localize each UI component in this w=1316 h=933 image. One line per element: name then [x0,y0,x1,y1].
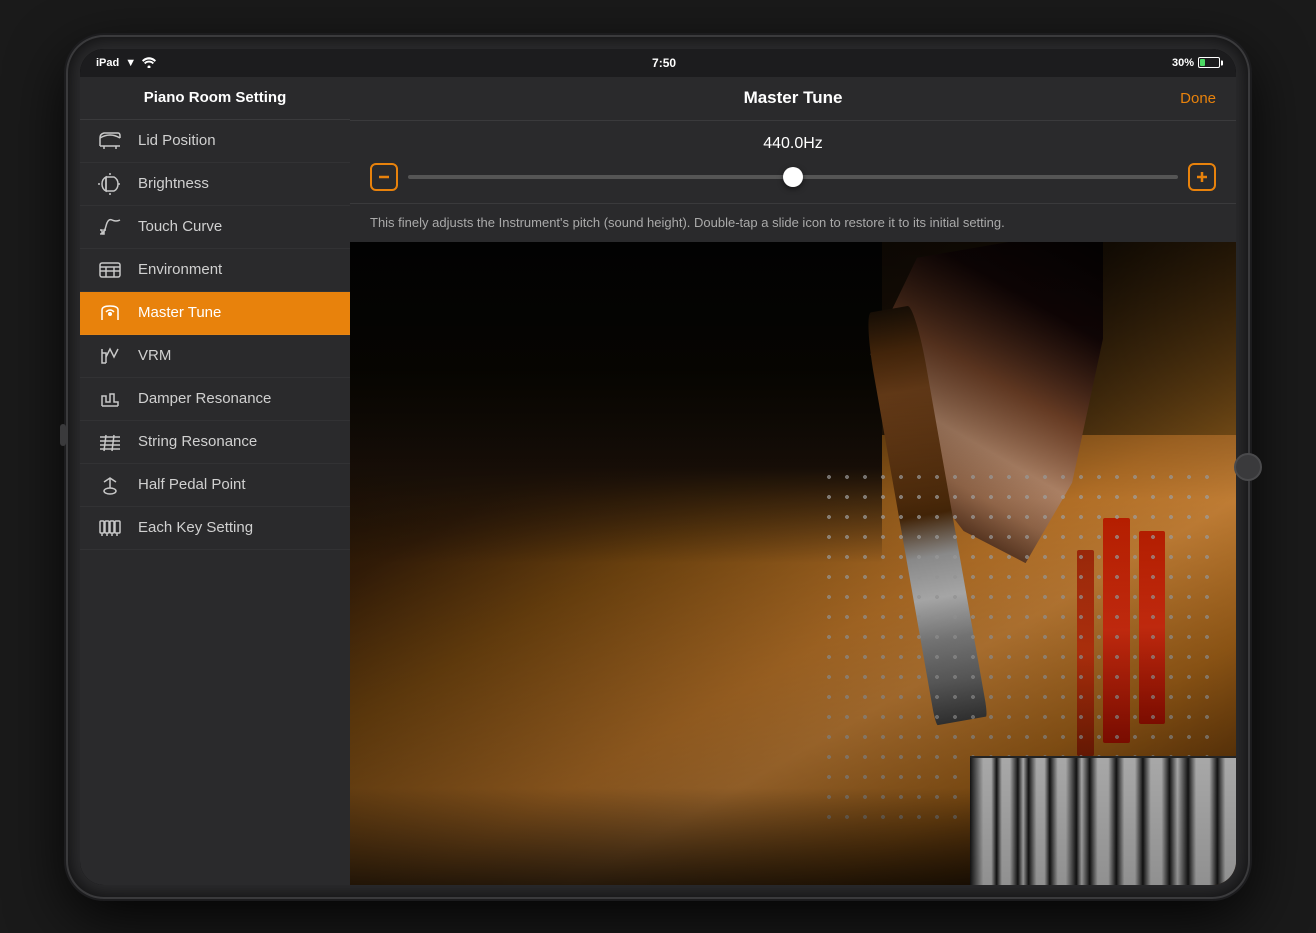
battery-fill [1200,59,1205,66]
device-screen: iPad ▼︎ 7:50 30% Piano Room Setting [80,49,1236,885]
plus-button[interactable] [1188,163,1216,191]
environment-icon [96,259,124,281]
lid-icon [96,130,124,152]
done-button[interactable]: Done [1176,90,1216,107]
sidebar-item-each-key-setting[interactable]: Each Key Setting [80,507,350,550]
sidebar-label-vrm: VRM [138,347,171,364]
sidebar-header: Piano Room Setting [80,77,350,120]
brightness-icon [96,173,124,195]
depth-overlay [350,242,1236,885]
slider-row [370,163,1216,191]
sidebar-label-master-tune: Master Tune [138,304,221,321]
status-right: 30% [1172,57,1220,69]
battery-indicator [1198,57,1220,68]
home-button[interactable] [1234,453,1262,481]
status-time: 7:50 [652,56,676,70]
sidebar-item-string-resonance[interactable]: String Resonance [80,421,350,464]
sidebar-item-lid-position[interactable]: Lid Position [80,120,350,163]
vrm-icon [96,345,124,367]
battery-percent: 30% [1172,57,1194,69]
damper-resonance-icon [96,388,124,410]
sidebar-label-string-resonance: String Resonance [138,433,257,450]
master-tune-icon [96,302,124,324]
sidebar-item-vrm[interactable]: VRM [80,335,350,378]
plus-icon [1195,170,1209,184]
status-left: iPad ▼︎ [96,57,156,69]
sidebar-label-each-key-setting: Each Key Setting [138,519,253,536]
wifi-icon: ▼︎ [125,57,136,69]
minus-button[interactable] [370,163,398,191]
touch-curve-icon [96,216,124,238]
sidebar-label-lid-position: Lid Position [138,132,216,149]
minus-icon [377,170,391,184]
panel-title: Master Tune [410,88,1176,108]
description-area: This finely adjusts the Instrument's pit… [350,204,1236,242]
status-bar: iPad ▼︎ 7:50 30% [80,49,1236,77]
right-panel: Master Tune Done 440.0Hz [350,77,1236,885]
sidebar-label-half-pedal-point: Half Pedal Point [138,476,246,493]
sidebar-item-environment[interactable]: Environment [80,249,350,292]
panel-header: Master Tune Done [350,77,1236,121]
sidebar-item-touch-curve[interactable]: Touch Curve [80,206,350,249]
string-resonance-icon [96,431,124,453]
piano-visual [350,242,1236,885]
device-name: iPad [96,57,119,69]
tune-slider[interactable] [408,175,1178,179]
wifi-signal-icon [142,57,156,68]
sidebar-item-master-tune[interactable]: Master Tune [80,292,350,335]
tune-value: 440.0Hz [370,135,1216,153]
description-text: This finely adjusts the Instrument's pit… [370,215,1005,230]
piano-image-area [350,242,1236,885]
sidebar-label-brightness: Brightness [138,175,209,192]
sidebar-label-touch-curve: Touch Curve [138,218,222,235]
sidebar-title: Piano Room Setting [144,89,287,106]
ipad-frame: iPad ▼︎ 7:50 30% Piano Room Setting [68,37,1248,897]
half-pedal-icon [96,474,124,496]
main-content: Piano Room Setting Lid Position Brightne… [80,77,1236,885]
sidebar-label-environment: Environment [138,261,222,278]
side-button[interactable] [60,424,66,446]
sidebar-item-damper-resonance[interactable]: Damper Resonance [80,378,350,421]
each-key-icon [96,517,124,539]
slider-thumb[interactable] [783,167,803,187]
sidebar: Piano Room Setting Lid Position Brightne… [80,77,350,885]
sidebar-item-half-pedal-point[interactable]: Half Pedal Point [80,464,350,507]
sidebar-label-damper-resonance: Damper Resonance [138,390,271,407]
tune-control: 440.0Hz [350,121,1236,204]
sidebar-item-brightness[interactable]: Brightness [80,163,350,206]
